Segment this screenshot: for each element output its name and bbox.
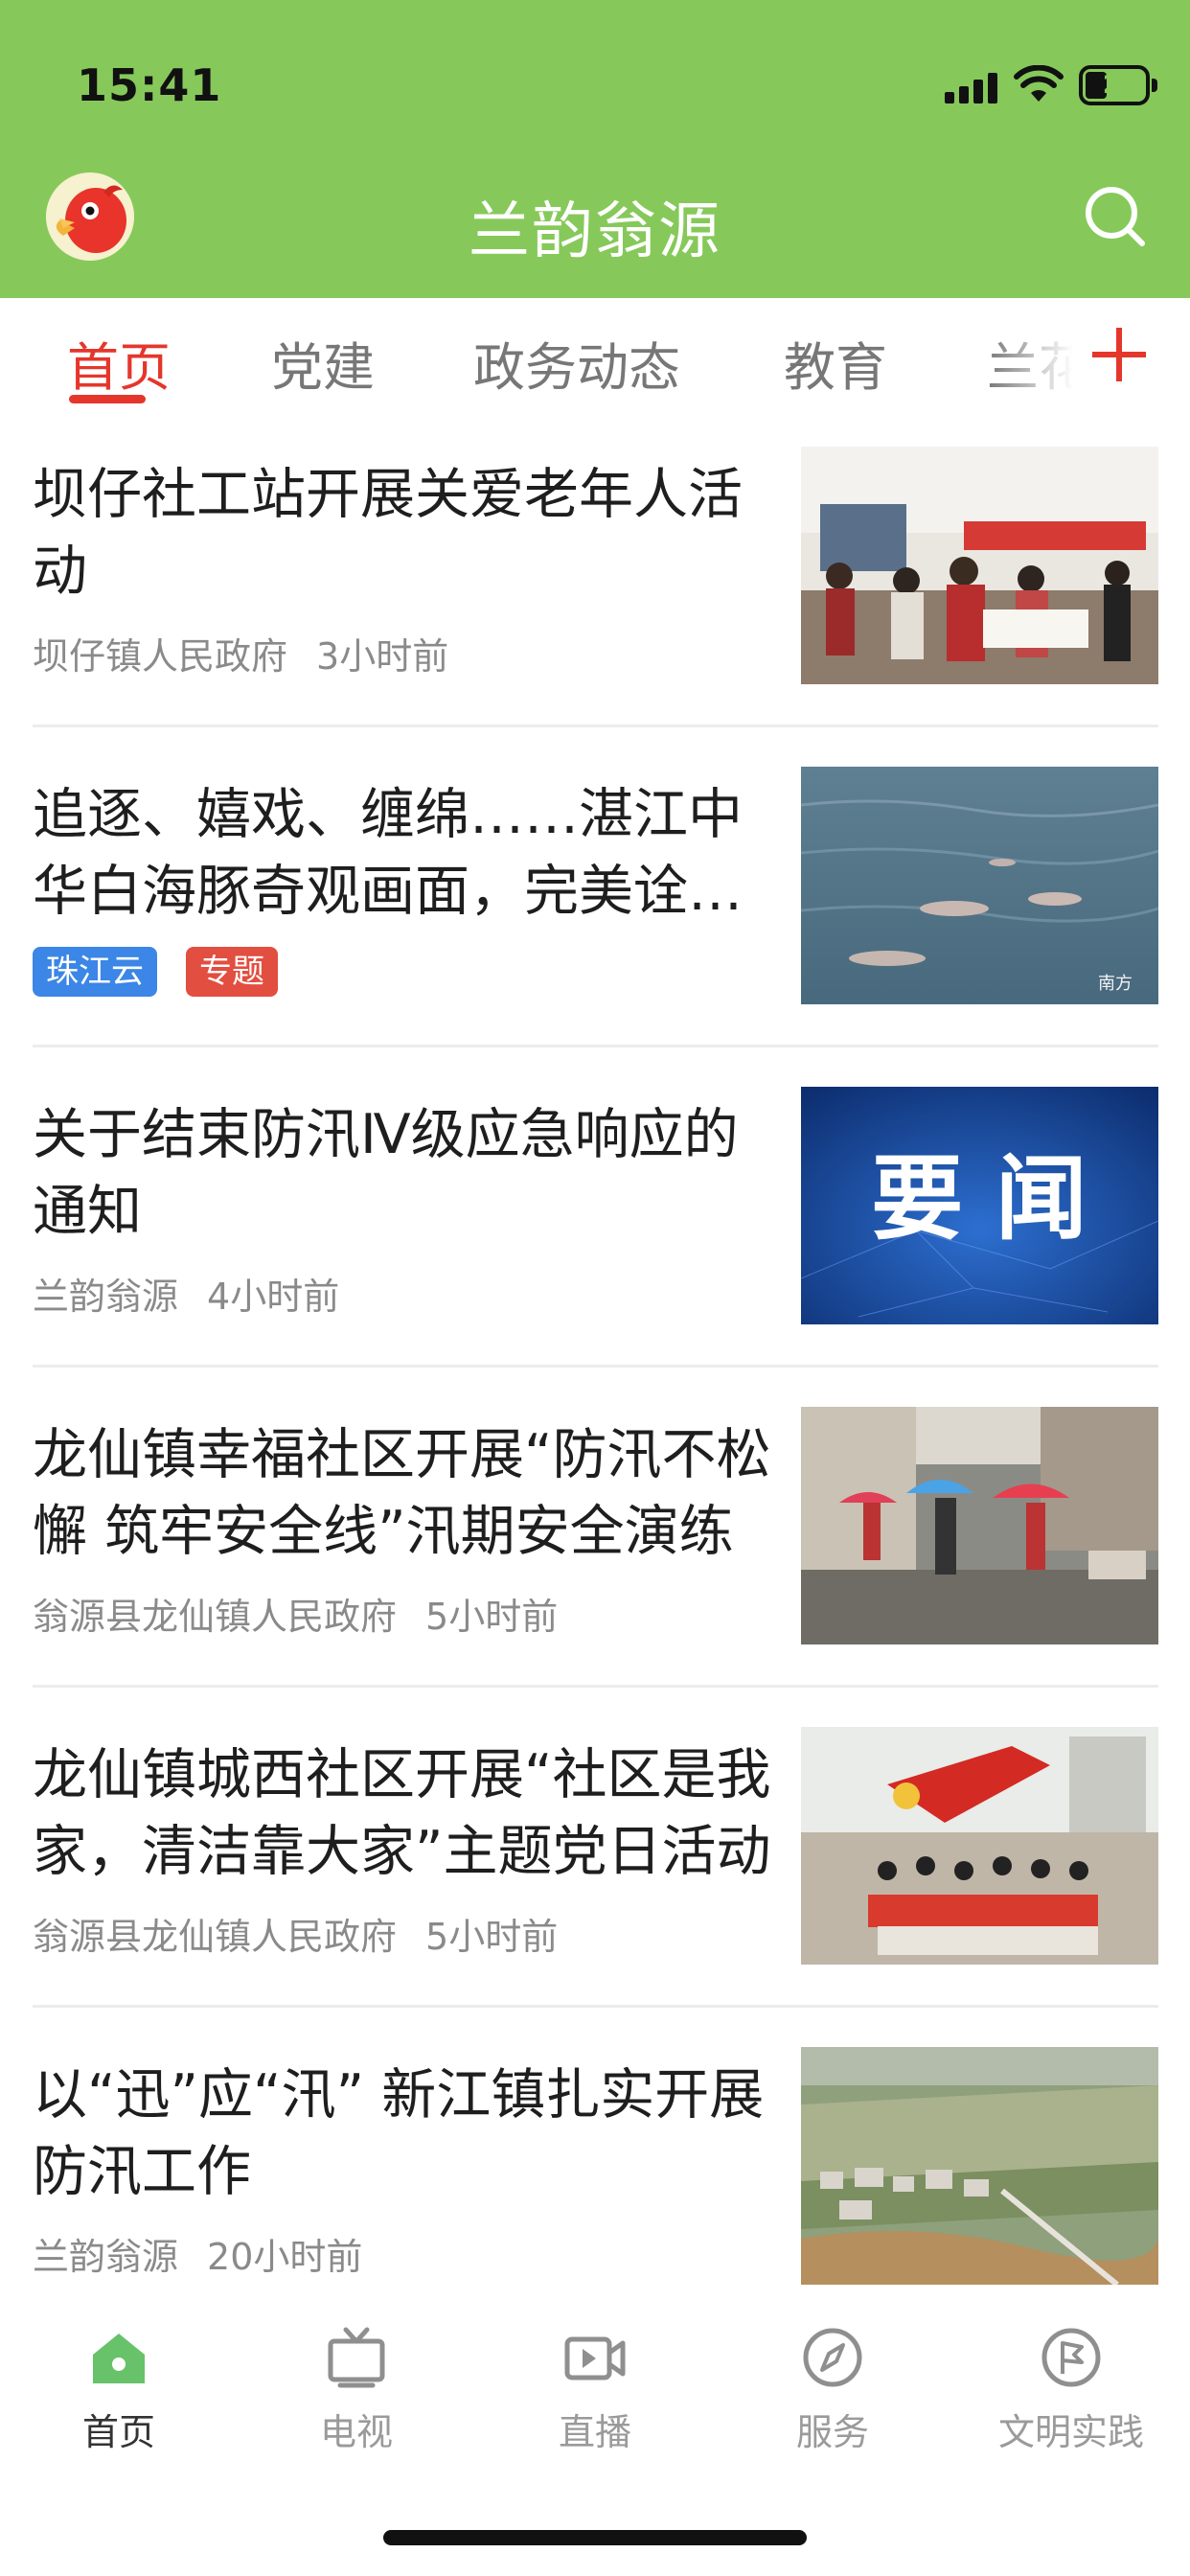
app-title: 兰韵翁源: [469, 196, 721, 267]
news-divider: [33, 724, 1158, 727]
news-divider: [33, 1045, 1158, 1047]
news-thumbnail[interactable]: [801, 1727, 1158, 1965]
app-header: 15:41 21 兰韵翁源: [0, 0, 1190, 298]
news-meta: 兰韵翁源 20小时前: [33, 2227, 362, 2280]
active-tab-indicator: [69, 395, 146, 403]
news-thumbnail[interactable]: [801, 2047, 1158, 2285]
status-time: 15:41: [77, 59, 222, 111]
plus-icon[interactable]: [1092, 328, 1146, 381]
tab-government-news[interactable]: 政务动态: [473, 325, 680, 401]
compass-icon: [803, 2328, 862, 2387]
news-item[interactable]: 关于结束防汛Ⅳ级应急响应的通知 兰韵翁源 4小时前 要 闻: [0, 1087, 1190, 1407]
cellular-signal-icon: [945, 71, 998, 104]
bottom-tab-label: 文明实践: [997, 2411, 1144, 2453]
news-divider: [33, 2005, 1158, 2008]
flag-circle-icon: [1041, 2328, 1101, 2387]
wifi-icon: [1014, 65, 1064, 102]
news-time: 5小时前: [425, 1596, 559, 1638]
news-title[interactable]: 龙仙镇城西社区开展“社区是我家，清洁靠大家”主题党日活动: [33, 1736, 780, 1890]
news-meta: 兰韵翁源 4小时前: [33, 1267, 339, 1320]
bottom-tab-tv[interactable]: 电视: [238, 2324, 475, 2455]
battery-icon: 21: [1079, 65, 1157, 105]
live-video-icon: [564, 2336, 626, 2380]
tab-party-building[interactable]: 党建: [271, 325, 375, 401]
battery-level: 21: [1102, 71, 1138, 100]
news-time: 3小时前: [316, 635, 449, 678]
news-item[interactable]: 龙仙镇幸福社区开展“防汛不松懈 筑牢安全线”汛期安全演练 翁源县龙仙镇人民政府 5…: [0, 1407, 1190, 1727]
news-time: 5小时前: [425, 1916, 559, 1958]
news-source: 兰韵翁源: [33, 2236, 179, 2278]
bottom-tab-services[interactable]: 服务: [714, 2324, 951, 2455]
tv-icon: [328, 2327, 385, 2388]
news-time: 20小时前: [207, 2236, 363, 2278]
news-title[interactable]: 以“迅”应“汛” 新江镇扎实开展防汛工作: [33, 2057, 780, 2210]
tag-zhujiang-cloud: 珠江云: [33, 947, 157, 997]
bottom-tab-live[interactable]: 直播: [476, 2324, 714, 2455]
bottom-tab-civilization-practice[interactable]: 文明实践: [952, 2324, 1190, 2455]
news-title[interactable]: 坝仔社工站开展关爱老年人活动: [33, 456, 780, 610]
tab-education[interactable]: 教育: [784, 325, 887, 401]
tag-special-topic: 专题: [186, 947, 278, 997]
news-tags: 珠江云 专题: [33, 947, 307, 997]
news-source: 翁源县龙仙镇人民政府: [33, 1596, 398, 1638]
news-thumbnail[interactable]: [801, 447, 1158, 684]
news-item[interactable]: 龙仙镇城西社区开展“社区是我家，清洁靠大家”主题党日活动 翁源县龙仙镇人民政府 5…: [0, 1727, 1190, 2047]
svg-text:南方: 南方: [1098, 974, 1133, 994]
news-thumbnail[interactable]: 南方: [801, 767, 1158, 1004]
home-indicator[interactable]: [383, 2530, 807, 2545]
news-meta: 翁源县龙仙镇人民政府 5小时前: [33, 1587, 558, 1640]
news-item[interactable]: 追逐、嬉戏、缠绵……湛江中华白海豚奇观画面，完美诠释万物和谐共生 珠江云专题 南…: [0, 767, 1190, 1087]
news-source: 坝仔镇人民政府: [33, 635, 288, 678]
news-item[interactable]: 坝仔社工站开展关爱老年人活动 坝仔镇人民政府 3小时前: [0, 447, 1190, 767]
bottom-tab-label: 电视: [319, 2411, 393, 2453]
news-source: 兰韵翁源: [33, 1276, 179, 1318]
news-thumbnail[interactable]: [801, 1407, 1158, 1644]
thumb-headline-text: 要 闻: [871, 1145, 1087, 1253]
home-icon: [93, 2334, 145, 2383]
bottom-tab-label: 服务: [795, 2411, 869, 2453]
news-source: 翁源县龙仙镇人民政府: [33, 1916, 398, 1958]
bottom-tab-home[interactable]: 首页: [0, 2324, 238, 2455]
bottom-tab-label: 直播: [558, 2411, 631, 2453]
news-title[interactable]: 追逐、嬉戏、缠绵……湛江中华白海豚奇观画面，完美诠释万物和谐共生: [33, 776, 780, 930]
news-meta: 坝仔镇人民政府 3小时前: [33, 627, 448, 679]
news-time: 4小时前: [207, 1276, 340, 1318]
news-divider: [33, 1365, 1158, 1368]
news-divider: [33, 1685, 1158, 1688]
news-thumbnail[interactable]: 要 闻: [801, 1087, 1158, 1324]
search-icon[interactable]: [1081, 182, 1150, 251]
bottom-tab-label: 首页: [81, 2411, 155, 2453]
news-title[interactable]: 关于结束防汛Ⅳ级应急响应的通知: [33, 1096, 780, 1250]
news-meta: 翁源县龙仙镇人民政府 5小时前: [33, 1907, 558, 1960]
news-title[interactable]: 龙仙镇幸福社区开展“防汛不松懈 筑牢安全线”汛期安全演练: [33, 1416, 780, 1570]
tab-home[interactable]: 首页: [67, 325, 171, 401]
